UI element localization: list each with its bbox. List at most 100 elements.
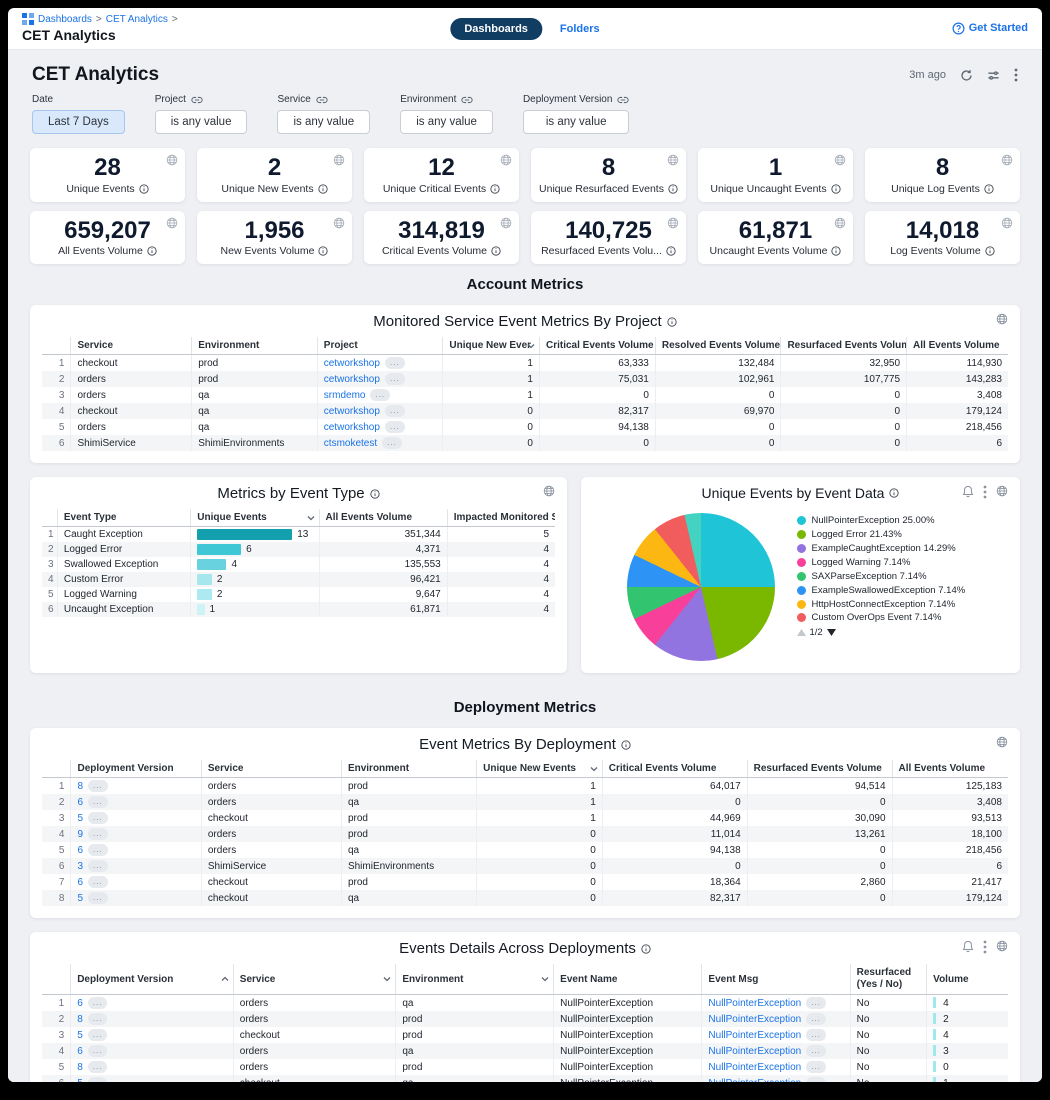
more-menu-icon[interactable] (1014, 68, 1018, 82)
ellipsis-pill[interactable]: ... (806, 1029, 826, 1041)
link-3[interactable]: 3 (77, 861, 83, 872)
ellipsis-pill[interactable]: ... (806, 1077, 826, 1082)
alert-bell-icon[interactable] (962, 940, 974, 954)
link-8[interactable]: 8 (77, 1014, 83, 1025)
legend-item-nullpointerexception[interactable]: NullPointerException 25.00% (797, 515, 975, 526)
column-header-service[interactable]: Service (233, 964, 396, 995)
link-nullpointerexception[interactable]: NullPointerException (708, 1014, 801, 1025)
link-5[interactable]: 5 (77, 893, 83, 904)
link-nullpointerexception[interactable]: NullPointerException (708, 1046, 801, 1057)
ellipsis-pill[interactable]: ... (88, 1029, 108, 1041)
column-header-deployment-version[interactable]: Deployment Version (71, 964, 234, 995)
sort-desc-icon[interactable] (590, 766, 598, 771)
legend-item-httphostconnectexception[interactable]: HttpHostConnectException 7.14% (797, 599, 975, 610)
ellipsis-pill[interactable]: ... (88, 828, 108, 840)
ellipsis-pill[interactable]: ... (88, 1045, 108, 1057)
link-ctsmoketest[interactable]: ctsmoketest (324, 438, 377, 449)
info-icon[interactable] (491, 246, 501, 256)
ellipsis-pill[interactable]: ... (385, 357, 405, 369)
more-menu-icon[interactable] (983, 940, 987, 954)
info-icon[interactable] (984, 184, 994, 194)
sort-asc-icon[interactable] (221, 977, 229, 982)
ellipsis-pill[interactable]: ... (88, 780, 108, 792)
alert-bell-icon[interactable] (962, 485, 974, 499)
filter-value-environment[interactable]: is any value (400, 110, 493, 134)
ellipsis-pill[interactable]: ... (370, 389, 390, 401)
filter-value-date[interactable]: Last 7 Days (32, 110, 125, 134)
link-cetworkshop[interactable]: cetworkshop (324, 374, 380, 385)
link-nullpointerexception[interactable]: NullPointerException (708, 1078, 801, 1082)
info-icon[interactable] (666, 246, 676, 256)
link-nullpointerexception[interactable]: NullPointerException (708, 1030, 801, 1041)
info-icon[interactable] (641, 944, 651, 954)
ellipsis-pill[interactable]: ... (806, 1045, 826, 1057)
ellipsis-pill[interactable]: ... (88, 1077, 108, 1082)
link-8[interactable]: 8 (77, 781, 83, 792)
info-icon[interactable] (667, 317, 677, 327)
ellipsis-pill[interactable]: ... (88, 812, 108, 824)
link-6[interactable]: 6 (77, 845, 83, 856)
ellipsis-pill[interactable]: ... (88, 860, 108, 872)
legend-item-custom-overops-event[interactable]: Custom OverOps Event 7.14% (797, 612, 975, 623)
link-6[interactable]: 6 (77, 877, 83, 888)
filter-value-service[interactable]: is any value (277, 110, 370, 134)
ellipsis-pill[interactable]: ... (806, 997, 826, 1009)
info-icon[interactable] (889, 488, 899, 498)
globe-icon[interactable] (166, 217, 178, 229)
filter-value-deployment-version[interactable]: is any value (523, 110, 630, 134)
column-header-environment[interactable]: Environment (396, 964, 554, 995)
sort-desc-icon[interactable] (527, 343, 535, 348)
ellipsis-pill[interactable]: ... (88, 1061, 108, 1073)
globe-icon[interactable] (543, 485, 555, 497)
globe-icon[interactable] (500, 154, 512, 166)
ellipsis-pill[interactable]: ... (88, 1013, 108, 1025)
ellipsis-pill[interactable]: ... (806, 1013, 826, 1025)
info-icon[interactable] (318, 184, 328, 194)
globe-icon[interactable] (333, 154, 345, 166)
link-cetworkshop[interactable]: cetworkshop (324, 422, 380, 433)
info-icon[interactable] (318, 246, 328, 256)
globe-icon[interactable] (834, 154, 846, 166)
refresh-icon[interactable] (960, 69, 973, 82)
get-started-link[interactable]: Get Started (952, 22, 1028, 35)
info-icon[interactable] (139, 184, 149, 194)
legend-item-logged-warning[interactable]: Logged Warning 7.14% (797, 557, 975, 568)
breadcrumb-cet-analytics[interactable]: CET Analytics (106, 14, 168, 25)
globe-icon[interactable] (1001, 217, 1013, 229)
more-menu-icon[interactable] (983, 485, 987, 499)
link-5[interactable]: 5 (77, 813, 83, 824)
link-cetworkshop[interactable]: cetworkshop (324, 406, 380, 417)
info-icon[interactable] (621, 740, 631, 750)
ellipsis-pill[interactable]: ... (385, 405, 405, 417)
legend-item-exampleswallowedexception[interactable]: ExampleSwallowedException 7.14% (797, 585, 975, 596)
apps-grid-icon[interactable] (22, 13, 34, 25)
legend-item-logged-error[interactable]: Logged Error 21.43% (797, 529, 975, 540)
link-srmdemo[interactable]: srmdemo (324, 390, 366, 401)
ellipsis-pill[interactable]: ... (385, 421, 405, 433)
info-icon[interactable] (831, 184, 841, 194)
ellipsis-pill[interactable]: ... (88, 892, 108, 904)
globe-icon[interactable] (996, 940, 1008, 954)
info-icon[interactable] (490, 184, 500, 194)
ellipsis-pill[interactable]: ... (806, 1061, 826, 1073)
sort-desc-icon[interactable] (541, 977, 549, 982)
globe-icon[interactable] (996, 736, 1008, 748)
breadcrumb-dashboards[interactable]: Dashboards (38, 14, 92, 25)
link-6[interactable]: 6 (77, 797, 83, 808)
link-6[interactable]: 6 (77, 998, 83, 1009)
link-cetworkshop[interactable]: cetworkshop (324, 358, 380, 369)
ellipsis-pill[interactable]: ... (382, 437, 402, 449)
column-header-unique-new-events[interactable]: Unique New Events (477, 760, 603, 778)
info-icon[interactable] (147, 246, 157, 256)
link-6[interactable]: 6 (77, 1046, 83, 1057)
ellipsis-pill[interactable]: ... (88, 844, 108, 856)
ellipsis-pill[interactable]: ... (88, 997, 108, 1009)
ellipsis-pill[interactable]: ... (88, 876, 108, 888)
sort-desc-icon[interactable] (307, 515, 315, 520)
legend-page-up-icon[interactable] (797, 629, 806, 636)
ellipsis-pill[interactable]: ... (88, 796, 108, 808)
globe-icon[interactable] (834, 217, 846, 229)
tab-dashboards[interactable]: Dashboards (450, 18, 542, 40)
column-header-unique-new-ever[interactable]: Unique New Ever (443, 337, 540, 355)
globe-icon[interactable] (667, 217, 679, 229)
